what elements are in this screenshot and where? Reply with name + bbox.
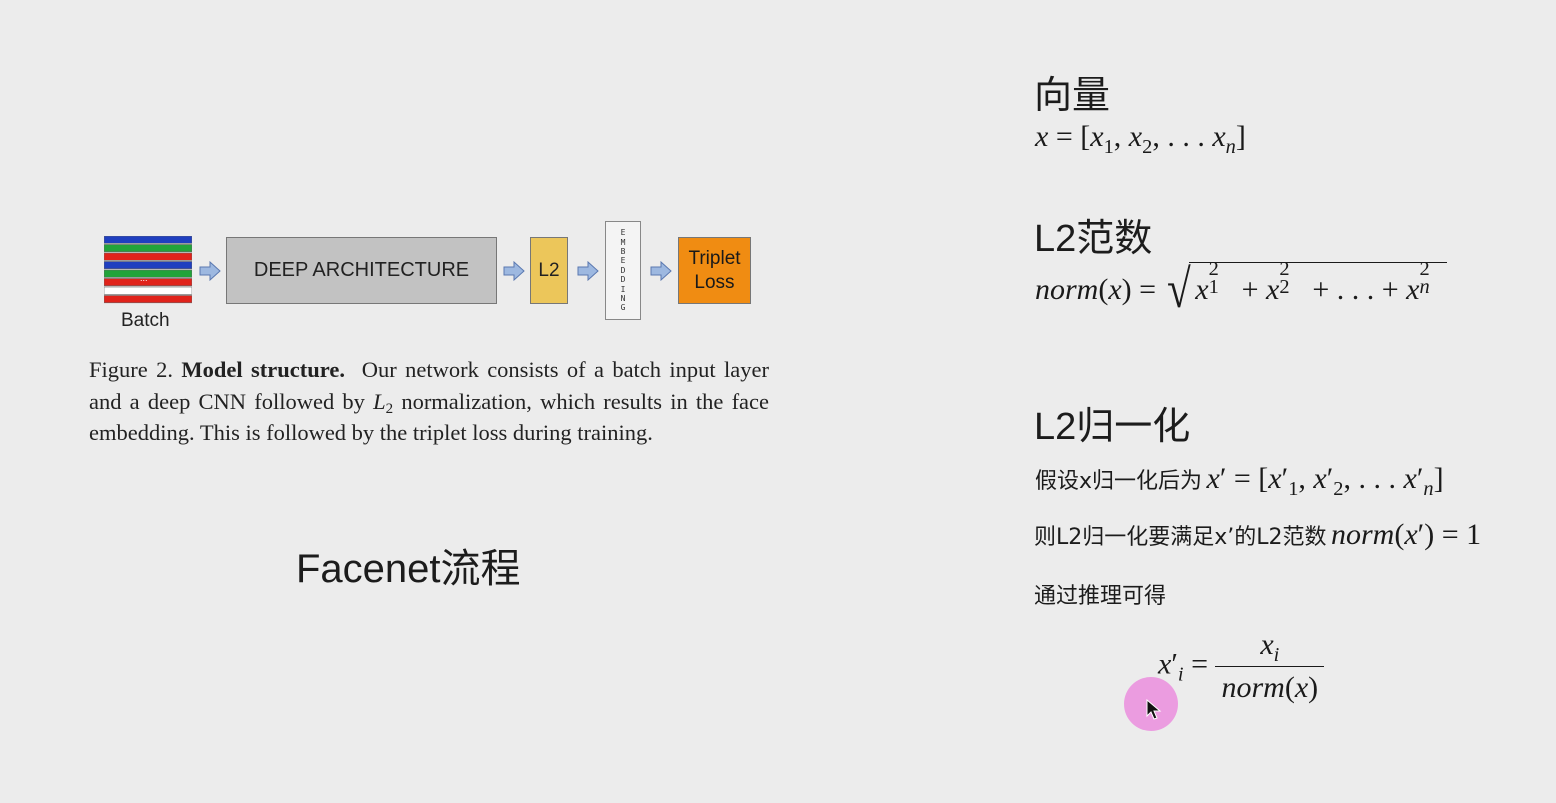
assume-line: 假设x归一化后为 x′ = [x′1, x′2, . . . x′n] (1035, 462, 1444, 501)
derive-text: 通过推理可得 (1034, 584, 1167, 609)
batch-stack-icon (104, 236, 192, 304)
vector-formula: x = [x1, x2, . . . xn] (1035, 120, 1246, 159)
batch-stripe (104, 278, 192, 287)
unit-norm-formula: norm(x′) = 1 (1330, 518, 1482, 551)
normalized-vector-formula: x′ = [x′1, x′2, . . . x′n] (1206, 462, 1444, 501)
vector-heading: 向量 (1034, 75, 1111, 117)
l2-subscript: 2 (385, 400, 394, 417)
l2-block: L2 (530, 237, 568, 304)
deep-architecture-block: DEEP ARCHITECTURE (226, 237, 497, 304)
triplet-label-line2: Loss (694, 271, 735, 293)
mouse-pointer-icon (1146, 699, 1162, 720)
constraint-text: 则L2归一化要满足x’的L2范数 (1034, 525, 1327, 550)
batch-stripe (104, 286, 192, 295)
figure-label: Figure 2. (89, 357, 173, 382)
l2-symbol: L (373, 388, 386, 414)
triplet-loss-block: Triplet Loss (678, 237, 751, 304)
l2-norm-heading: L2范数 (1034, 218, 1153, 260)
batch-label: Batch (121, 310, 170, 331)
arrow-right-icon (577, 261, 599, 281)
triplet-label-line1: Triplet (688, 247, 741, 269)
batch-stripe (104, 236, 192, 244)
batch-stripe (104, 295, 192, 304)
arrow-right-icon (503, 261, 525, 281)
batch-stripe (104, 269, 192, 278)
assume-text: 假设x归一化后为 (1035, 469, 1203, 494)
embedding-block: EMBEDDING (605, 221, 641, 320)
figure-caption: Figure 2. Model structure. Our network c… (89, 354, 769, 449)
facenet-flow-title: Facenet流程 (296, 547, 521, 591)
constraint-line: 则L2归一化要满足x’的L2范数 norm(x′) = 1 (1034, 518, 1481, 552)
l2-normalization-heading: L2归一化 (1034, 406, 1191, 448)
caption-bold-title: Model structure. (181, 357, 345, 382)
embedding-label: EMBEDDING (620, 228, 626, 313)
batch-stripe (104, 261, 192, 270)
l2-norm-formula: norm(x) = √ x 2 1 + x22 + . . . + x2n (1035, 258, 1447, 316)
batch-ellipsis: ... (140, 273, 148, 283)
batch-stripe (104, 252, 192, 261)
arrow-right-icon (650, 261, 672, 281)
normalization-result-formula: x′i = xi norm(x) (1158, 628, 1325, 705)
model-structure-diagram: ... Batch DEEP ARCHITECTURE L2 EMBEDDING… (0, 0, 780, 340)
batch-stripe (104, 244, 192, 253)
arrow-right-icon (199, 261, 221, 281)
